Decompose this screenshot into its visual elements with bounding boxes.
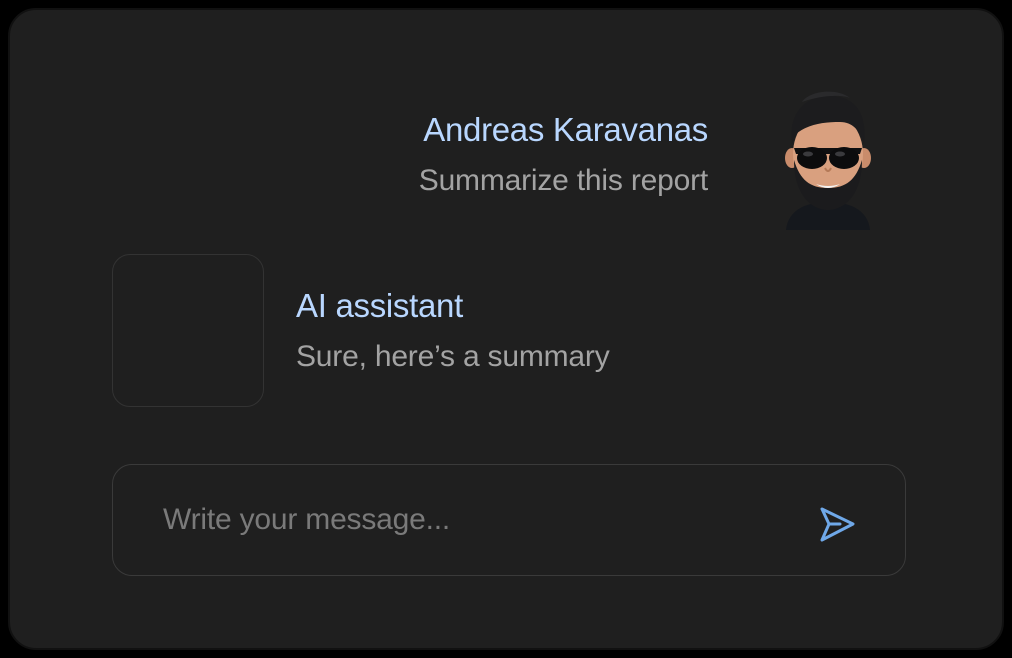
assistant-sender-name: AI assistant xyxy=(296,287,463,324)
user-avatar-image xyxy=(785,91,871,230)
ai-avatar xyxy=(112,254,264,407)
send-button[interactable] xyxy=(813,501,861,549)
message-input[interactable] xyxy=(163,495,763,545)
user-avatar xyxy=(780,88,876,230)
assistant-message-text: Sure, here’s a summary xyxy=(296,340,610,373)
user-message-text: Summarize this report xyxy=(418,164,708,197)
user-sender-name: Andreas Karavanas xyxy=(423,111,708,148)
assistant-message: AI assistant Sure, here’s a summary xyxy=(296,286,610,376)
message-composer xyxy=(112,464,906,576)
chat-card: Andreas Karavanas Summarize this report xyxy=(8,8,1004,650)
send-icon xyxy=(820,507,855,542)
user-message: Andreas Karavanas Summarize this report xyxy=(418,110,709,200)
